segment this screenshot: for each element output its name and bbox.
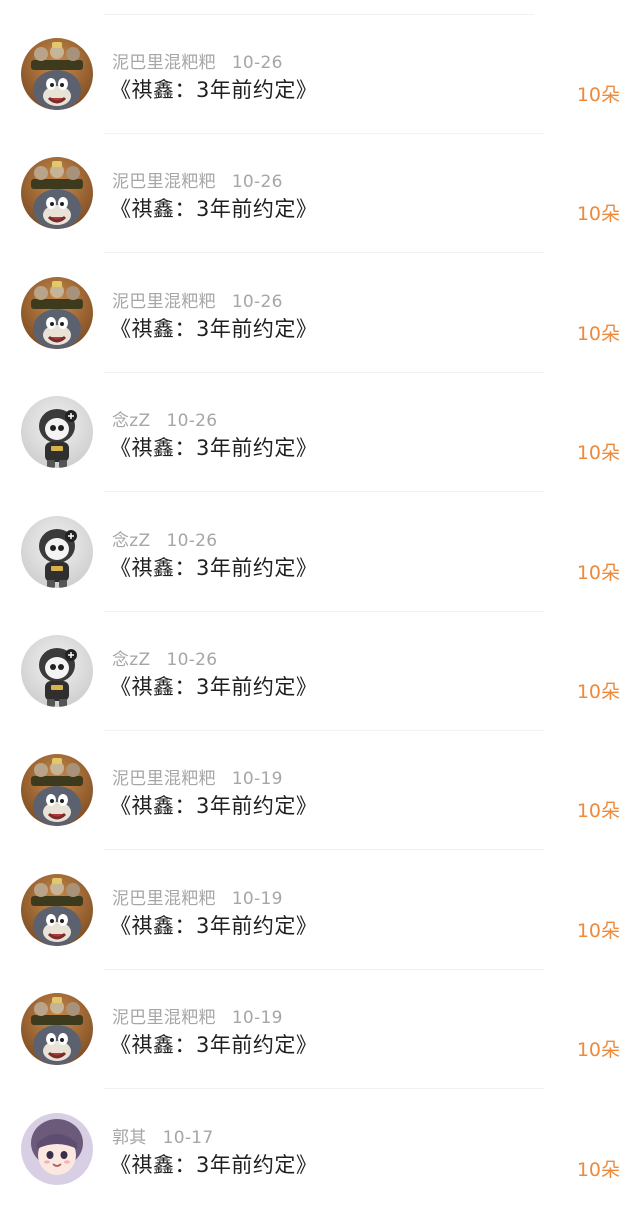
- divider: [104, 14, 534, 15]
- item-title: 《祺鑫：3年前约定》: [110, 436, 318, 461]
- flower-amount: 10朵: [576, 322, 620, 345]
- username[interactable]: 念zZ: [112, 650, 150, 670]
- cartoon-cat-mouse-avatar[interactable]: [21, 873, 93, 946]
- item-title: 《祺鑫：3年前约定》: [110, 78, 318, 102]
- flower-amount: 10朵: [576, 800, 620, 823]
- date-label: 10-26: [166, 650, 218, 670]
- item-meta: 念zZ 10-26: [112, 406, 217, 431]
- item-title: 《祺鑫：3年前约定》: [110, 1033, 318, 1058]
- list-item[interactable]: 泥巴里混粑粑 10-26 《祺鑫：3年前约定》 10朵: [0, 157, 640, 276]
- date-label: 10-26: [231, 172, 283, 193]
- item-meta: 泥巴里混粑粑 10-26: [112, 48, 283, 73]
- divider: [104, 849, 544, 851]
- divider: [104, 371, 544, 373]
- cartoon-cat-mouse-avatar[interactable]: [21, 38, 93, 110]
- list-item[interactable]: 郭其 10-17 《祺鑫：3年前约定》 10朵: [0, 1112, 640, 1232]
- item-title: 《祺鑫：3年前约定》: [110, 1152, 318, 1177]
- date-label: 10-19: [231, 888, 283, 909]
- toy-figure-avatar[interactable]: [21, 635, 93, 707]
- username[interactable]: 泥巴里混粑粑: [112, 769, 216, 789]
- username[interactable]: 泥巴里混粑粑: [112, 172, 216, 192]
- flower-amount: 10朵: [576, 84, 620, 106]
- date-label: 10-26: [231, 53, 283, 73]
- item-meta: 泥巴里混粑粑 10-19: [112, 884, 283, 909]
- flower-amount: 10朵: [576, 919, 620, 942]
- item-meta: 泥巴里混粑粑 10-19: [112, 764, 283, 789]
- item-meta: 念zZ 10-26: [112, 645, 217, 670]
- flower-amount: 10朵: [576, 561, 620, 584]
- list-item[interactable]: 念zZ 10-26 《祺鑫：3年前约定》 10朵: [0, 635, 640, 754]
- list-item[interactable]: 泥巴里混粑粑 10-19 《祺鑫：3年前约定》 10朵: [0, 873, 640, 993]
- username[interactable]: 泥巴里混粑粑: [112, 53, 216, 73]
- flower-amount: 10朵: [576, 1158, 620, 1181]
- username[interactable]: 念zZ: [112, 531, 150, 551]
- flower-amount: 10朵: [576, 442, 620, 465]
- item-meta: 泥巴里混粑粑 10-26: [112, 287, 283, 312]
- anime-girl-avatar[interactable]: [21, 1112, 93, 1185]
- cartoon-cat-mouse-avatar[interactable]: [21, 157, 93, 230]
- item-meta: 泥巴里混粑粑 10-26: [112, 167, 283, 192]
- date-label: 10-19: [231, 1008, 283, 1029]
- date-label: 10-17: [162, 1127, 214, 1148]
- toy-figure-avatar[interactable]: [21, 515, 93, 588]
- divider: [104, 491, 544, 493]
- item-meta: 泥巴里混粑粑 10-19: [112, 1003, 283, 1028]
- list-item[interactable]: 念zZ 10-26 《祺鑫：3年前约定》 10朵: [0, 396, 640, 515]
- item-meta: 郭其 10-17: [112, 1123, 214, 1148]
- cartoon-cat-mouse-avatar[interactable]: [21, 993, 93, 1066]
- username[interactable]: 泥巴里混粑粑: [112, 889, 216, 909]
- username[interactable]: 念zZ: [112, 411, 150, 431]
- flower-amount: 10朵: [576, 203, 620, 226]
- item-title: 《祺鑫：3年前约定》: [110, 675, 318, 699]
- list-item[interactable]: 泥巴里混粑粑 10-26 《祺鑫：3年前约定》 10朵: [0, 38, 640, 157]
- item-title: 《祺鑫：3年前约定》: [110, 555, 318, 580]
- flower-amount: 10朵: [576, 681, 620, 703]
- item-title: 《祺鑫：3年前约定》: [110, 794, 318, 819]
- divider: [104, 1088, 544, 1090]
- divider: [104, 968, 544, 970]
- cartoon-cat-mouse-avatar[interactable]: [21, 276, 93, 349]
- item-title: 《祺鑫：3年前约定》: [110, 197, 318, 222]
- cartoon-cat-mouse-avatar[interactable]: [21, 754, 93, 827]
- username[interactable]: 泥巴里混粑粑: [112, 1008, 216, 1028]
- date-label: 10-26: [231, 291, 283, 312]
- date-label: 10-26: [166, 411, 218, 432]
- list-item[interactable]: 泥巴里混粑粑 10-19 《祺鑫：3年前约定》 10朵: [0, 754, 640, 873]
- divider: [104, 610, 544, 612]
- date-label: 10-26: [166, 530, 218, 551]
- username[interactable]: 郭其: [112, 1128, 147, 1148]
- username[interactable]: 泥巴里混粑粑: [112, 292, 216, 312]
- flower-amount: 10朵: [576, 1039, 620, 1062]
- item-meta: 念zZ 10-26: [112, 526, 217, 551]
- toy-figure-avatar[interactable]: [21, 396, 93, 469]
- list-item[interactable]: 泥巴里混粑粑 10-26 《祺鑫：3年前约定》 10朵: [0, 276, 640, 396]
- divider: [104, 252, 544, 254]
- list-item[interactable]: 念zZ 10-26 《祺鑫：3年前约定》 10朵: [0, 515, 640, 635]
- list-item[interactable]: 泥巴里混粑粑 10-19 《祺鑫：3年前约定》 10朵: [0, 993, 640, 1112]
- item-title: 《祺鑫：3年前约定》: [110, 316, 318, 341]
- date-label: 10-19: [231, 769, 283, 790]
- divider: [104, 730, 544, 731]
- item-title: 《祺鑫：3年前约定》: [110, 913, 318, 938]
- divider: [104, 133, 544, 134]
